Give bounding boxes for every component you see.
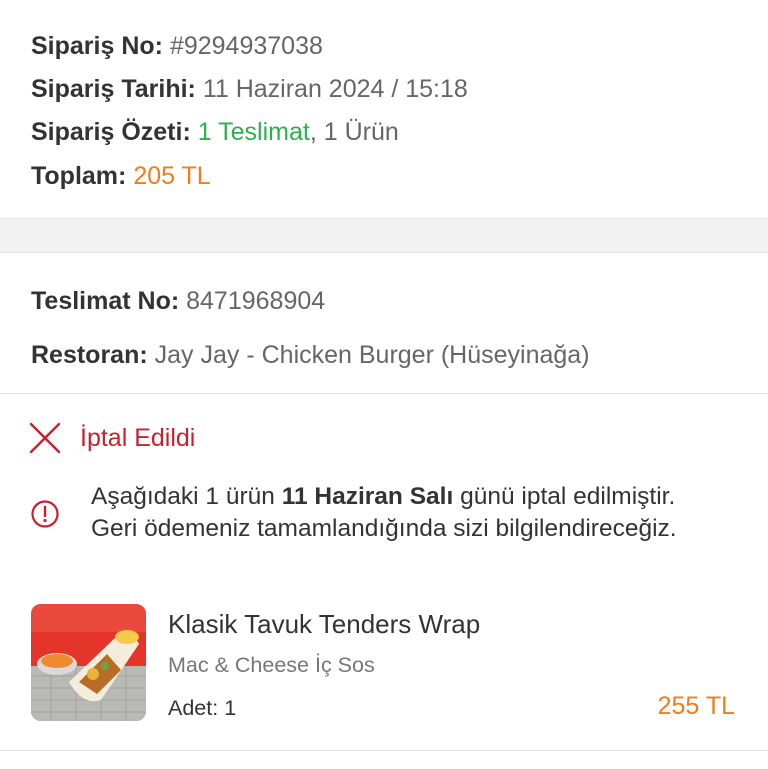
delivery-card: Teslimat No: 8471968904 Restoran: Jay Ja… xyxy=(0,252,768,769)
delivery-number-value: 8471968904 xyxy=(186,287,326,315)
product-image xyxy=(31,604,146,721)
cancel-info-suffix: günü iptal edilmiştir. xyxy=(460,483,676,510)
cancel-status-text: İptal Edildi xyxy=(80,423,196,452)
product-price: 255 TL xyxy=(657,692,735,720)
cancel-info-line-2: Geri ödemeniz tamamlandığında sizi bilgi… xyxy=(91,515,677,542)
cancel-info-prefix: Aşağıdaki 1 ürün xyxy=(91,483,275,510)
restaurant-name: Jay Jay - Chicken Burger (Hüseyinağa) xyxy=(154,341,590,369)
close-x-icon xyxy=(29,422,61,454)
quantity-value: 1 xyxy=(224,696,237,720)
delivery-number-label: Teslimat No: xyxy=(31,287,180,315)
order-summary-card: Sipariş No: #9294937038 Sipariş Tarihi: … xyxy=(0,0,768,219)
order-total-value: 205 TL xyxy=(133,162,211,190)
quantity-label: Adet: xyxy=(168,696,219,720)
order-number-label: Sipariş No: xyxy=(31,32,163,60)
order-total-row: Toplam: 205 TL xyxy=(31,161,211,191)
delivery-count-link[interactable]: 1 Teslimat xyxy=(198,118,310,146)
order-summary-label: Sipariş Özeti: xyxy=(31,118,191,146)
item-count: 1 Ürün xyxy=(323,118,399,146)
wrap-product-illustration xyxy=(31,604,146,721)
summary-separator: , xyxy=(309,118,317,146)
order-date-label: Sipariş Tarihi: xyxy=(31,75,196,103)
order-number-row: Sipariş No: #9294937038 xyxy=(31,31,323,61)
cancel-info-message: Aşağıdaki 1 ürün 11 Haziran Salı günü ip… xyxy=(91,481,677,545)
cancel-status: İptal Edildi xyxy=(28,421,195,455)
order-date-row: Sipariş Tarihi: 11 Haziran 2024 / 15:18 xyxy=(31,74,468,104)
order-total-label: Toplam: xyxy=(31,162,127,190)
order-summary-row: Sipariş Özeti: 1 Teslimat, 1 Ürün xyxy=(31,117,399,147)
cancel-info-date: 11 Haziran Salı xyxy=(281,483,454,510)
info-circle-icon xyxy=(31,500,59,528)
restaurant-label: Restoran: xyxy=(31,341,148,369)
product-quantity: Adet: 1 xyxy=(168,694,236,722)
cancel-info-line-1: Aşağıdaki 1 ürün 11 Haziran Salı günü ip… xyxy=(91,481,677,513)
order-date-value: 11 Haziran 2024 / 15:18 xyxy=(202,75,468,103)
section-divider xyxy=(0,393,768,394)
product-option: Mac & Cheese İç Sos xyxy=(168,653,375,677)
order-number-value: #9294937038 xyxy=(169,32,323,60)
product-name: Klasik Tavuk Tenders Wrap xyxy=(168,609,481,639)
restaurant-row: Restoran: Jay Jay - Chicken Burger (Hüse… xyxy=(31,340,590,370)
card-bottom-border xyxy=(0,750,768,751)
delivery-number-row: Teslimat No: 8471968904 xyxy=(31,286,325,316)
